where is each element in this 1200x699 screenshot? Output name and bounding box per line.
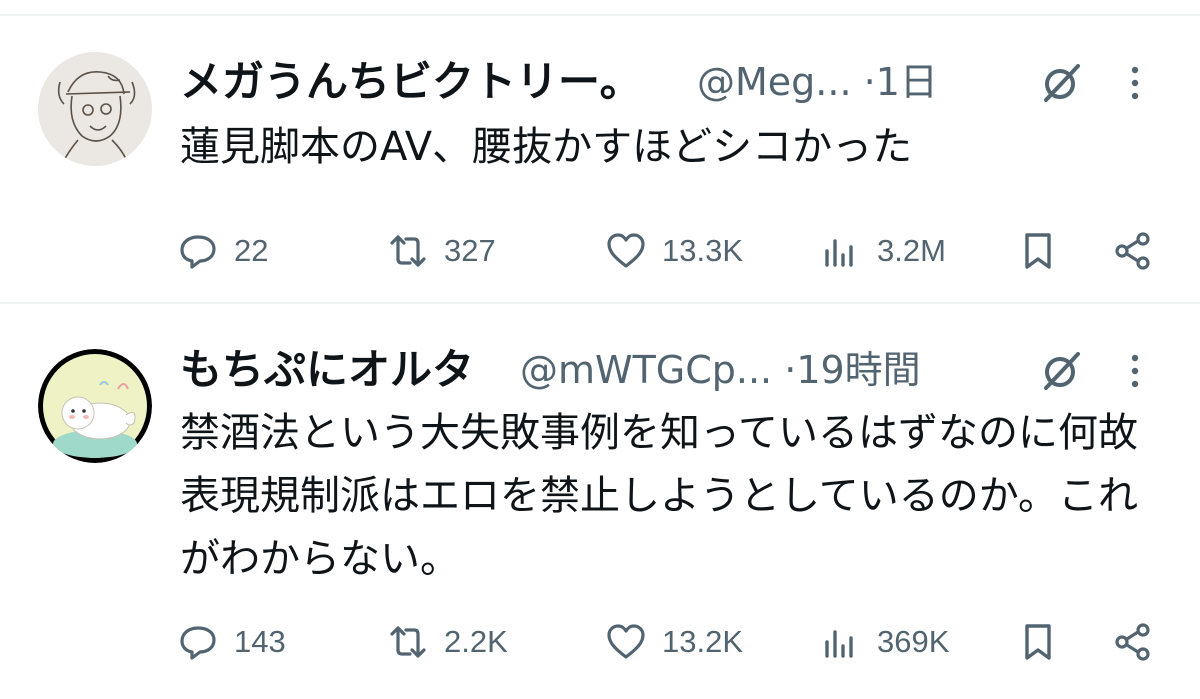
timestamp[interactable]: 1日 (876, 60, 938, 104)
like-count: 13.2K (662, 624, 744, 659)
avatar[interactable] (38, 52, 152, 166)
heart-icon (607, 233, 645, 268)
share-button[interactable] (1113, 229, 1153, 273)
more-icon[interactable] (1128, 62, 1142, 104)
tweet[interactable]: メガうんちビクトリー。 @Meg... ·1日 蓮見脚本のAV、腰抜かすほどシコ… (0, 16, 1200, 302)
reply-count: 143 (234, 624, 286, 659)
seal-avatar-icon (38, 349, 152, 463)
retweet-count: 2.2K (444, 624, 508, 659)
like-button[interactable]: 13.3K (606, 229, 743, 273)
share-icon (1115, 232, 1150, 270)
more-icon[interactable] (1128, 350, 1142, 392)
views-button[interactable]: 3.2M (821, 229, 946, 273)
like-count: 13.3K (662, 233, 744, 268)
display-name[interactable]: もちぷにオルタ (180, 344, 474, 396)
grok-icon[interactable] (1040, 350, 1082, 392)
handle-time[interactable]: @Meg... ·1日 (697, 56, 938, 108)
share-button[interactable] (1113, 620, 1153, 664)
tweet-header: メガうんちビクトリー。 @Meg... ·1日 (180, 56, 1170, 108)
action-bar: 143 2.2K 13.2K 369K (178, 620, 1168, 664)
retweet-button[interactable]: 327 (388, 229, 496, 273)
share-icon (1115, 623, 1150, 661)
tweet-text: 禁酒法という大失敗事例を知っているはずなのに何故表現規制派はエロを禁止しようとし… (180, 410, 1138, 582)
bookmark-button[interactable] (1018, 620, 1058, 664)
display-name[interactable]: メガうんちビクトリー。 (180, 56, 642, 108)
tweet[interactable]: もちぷにオルタ @mWTGCp... ·19時間 禁酒法という大失敗事例を知って… (0, 304, 1200, 699)
action-bar: 22 327 13.3K 3.2M (178, 229, 1168, 273)
grok-icon[interactable] (1040, 62, 1082, 104)
tweet-text: 蓮見脚本のAV、腰抜かすほどシコかった (180, 124, 913, 170)
reply-icon (180, 626, 216, 660)
reply-icon (180, 235, 216, 269)
handle[interactable]: @mWTGCp... (520, 348, 772, 392)
retweet-count: 327 (444, 233, 496, 268)
reply-count: 22 (234, 233, 269, 268)
bookmark-icon (1025, 624, 1051, 660)
reply-button[interactable]: 143 (178, 620, 286, 664)
reply-button[interactable]: 22 (178, 229, 268, 273)
retweet-icon (390, 235, 426, 267)
timestamp[interactable]: 19時間 (796, 348, 920, 392)
views-icon (825, 630, 853, 658)
handle-time[interactable]: @mWTGCp... ·19時間 (520, 344, 921, 396)
bookmark-button[interactable] (1018, 229, 1058, 273)
views-icon (825, 239, 853, 267)
like-button[interactable]: 13.2K (606, 620, 743, 664)
retweet-icon (390, 626, 426, 658)
views-button[interactable]: 369K (821, 620, 949, 664)
avatar[interactable] (38, 349, 152, 463)
view-count: 3.2M (877, 233, 946, 268)
handle[interactable]: @Meg... (697, 60, 852, 104)
sketch-avatar-icon (38, 52, 152, 166)
heart-icon (607, 624, 645, 659)
bookmark-icon (1025, 233, 1051, 269)
tweet-header: もちぷにオルタ @mWTGCp... ·19時間 (180, 344, 1170, 396)
view-count: 369K (877, 624, 950, 659)
retweet-button[interactable]: 2.2K (388, 620, 508, 664)
